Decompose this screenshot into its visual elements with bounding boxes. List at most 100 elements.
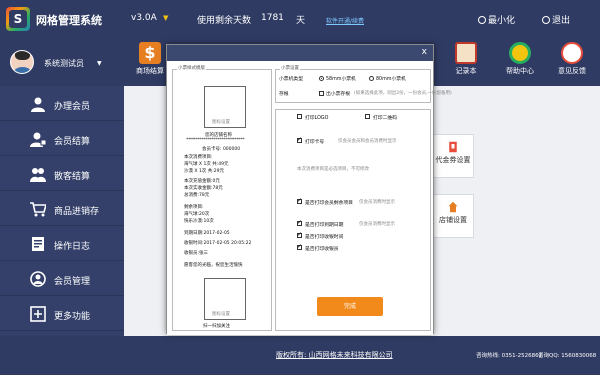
power-icon xyxy=(542,16,550,24)
sidebar-item-label: 散客结算 xyxy=(54,172,91,182)
ribbon-help[interactable]: 帮助中心 xyxy=(494,42,546,84)
stub-option-label: 出小票存根 xyxy=(326,92,350,97)
group-icon xyxy=(30,168,46,182)
chevron-down-icon[interactable]: ▼ xyxy=(97,60,102,67)
receipt-line: 收银员:张三 xyxy=(184,251,209,256)
radio-80mm-label: 80mm小票机 xyxy=(376,77,406,82)
receipt-divider: ****************************** xyxy=(186,138,245,143)
print-card-label: 打印卡号 xyxy=(305,140,325,145)
minimize-icon xyxy=(478,16,486,24)
receipt-logo-placeholder[interactable]: 图标设置 xyxy=(204,86,246,128)
printer-type-label: 小票机类型 xyxy=(279,77,303,82)
print-time-checkbox[interactable] xyxy=(297,231,302,238)
footer: 版权所有: 山西网格未来科技有限公司 咨询热线: 0351-2526861 咨询… xyxy=(0,336,600,375)
receipt-line: 剩余项目: xyxy=(184,205,204,210)
print-remaining-hint: 仅会员消费时显示 xyxy=(359,200,395,205)
sidebar-item-label: 办理会员 xyxy=(54,102,91,112)
minimize-label: 最小化 xyxy=(488,16,516,26)
sidebar: 办理会员 会员结算 散客结算 商品进销存 操作日志 会员管理 更多功能 xyxy=(0,86,124,336)
sidebar-item-member-checkout[interactable]: 会员结算 xyxy=(0,122,124,156)
sidebar-item-operation-log[interactable]: 操作日志 xyxy=(0,227,124,261)
sidebar-item-label: 更多功能 xyxy=(54,312,91,322)
done-button[interactable]: 完成 xyxy=(317,297,383,316)
receipt-preview: 小票样式模版 图标设置 您的店铺名称 *********************… xyxy=(172,65,272,331)
user-panel[interactable]: 系统测试员 ▼ xyxy=(0,38,124,86)
ribbon-label: 商场结算 xyxy=(136,67,164,75)
qr-caption: 扫一扫加关注 xyxy=(203,324,230,329)
coupon-icon xyxy=(449,141,457,153)
minimize-button[interactable]: 最小化 xyxy=(478,13,515,26)
sidebar-item-guest-checkout[interactable]: 散客结算 xyxy=(0,157,124,191)
remaining-days-unit: 天 xyxy=(296,16,306,26)
ribbon-notebook[interactable]: 记录本 xyxy=(440,42,492,84)
print-logo-checkbox[interactable] xyxy=(297,114,302,119)
stub-label: 存根 xyxy=(279,92,289,97)
print-card-checkbox[interactable] xyxy=(297,136,302,143)
app-title: 网格管理系统 xyxy=(36,14,102,27)
print-expire-checkbox[interactable] xyxy=(297,219,302,226)
sidebar-item-label: 商品进销存 xyxy=(54,207,100,217)
remaining-days-value: 1781 xyxy=(261,13,284,23)
app-logo-icon: S xyxy=(6,7,30,31)
version-label[interactable]: v3.0A xyxy=(131,13,157,23)
user-icon xyxy=(31,97,45,112)
radio-58mm-label: 58mm小票机 xyxy=(326,77,356,82)
version-dropdown-icon[interactable]: ▼ xyxy=(163,14,168,22)
ribbon-label: 记录本 xyxy=(455,67,477,75)
dialog-header: x xyxy=(167,45,433,61)
print-remaining-label: 是否打印会员剩余项目 xyxy=(305,201,353,206)
help-icon xyxy=(509,42,531,64)
print-qr-checkbox[interactable] xyxy=(365,114,370,119)
receipt-line: 本次消费项目: xyxy=(184,155,213,160)
receipt-line: 快乐沙漠:10次 xyxy=(184,219,214,224)
stub-hint: (如果选择此项，则出2份，一份会员,一份留备用) xyxy=(354,91,452,96)
static-note: 本次消费项目是必选项目，不可修改 xyxy=(297,167,369,172)
exit-label: 退出 xyxy=(552,16,571,26)
receipt-legend: 小票样式模版 xyxy=(177,65,206,71)
receipt-line: 海气球 X 1次 共:49元 xyxy=(184,162,229,167)
sidebar-item-label: 操作日志 xyxy=(54,242,91,252)
qr-placeholder-label: 图标设置 xyxy=(212,312,230,317)
ribbon-feedback[interactable]: 意见反馈 xyxy=(546,42,598,84)
logo-placeholder-label: 图标设置 xyxy=(212,120,230,125)
sidebar-item-label: 会员管理 xyxy=(54,277,91,287)
receipt-line: 收银时间:2017-02-05 20:05:22 xyxy=(184,241,252,246)
sidebar-item-add-member[interactable]: 办理会员 xyxy=(0,87,124,121)
receipt-line: 本次充值金额:0元 xyxy=(184,179,220,184)
print-qr-label: 打印二维码 xyxy=(373,116,397,121)
print-remaining-checkbox[interactable] xyxy=(297,197,302,204)
print-expire-label: 是否打印到期日期 xyxy=(305,223,344,228)
stub-checkbox[interactable] xyxy=(319,91,324,96)
receipt-settings-dialog: x 小票样式模版 图标设置 您的店铺名称 *******************… xyxy=(166,44,452,335)
radio-58mm[interactable] xyxy=(319,76,324,81)
receipt-qr-placeholder[interactable]: 图标设置 xyxy=(204,278,246,320)
notebook-icon xyxy=(455,42,477,64)
shop-icon xyxy=(448,201,458,213)
print-cashier-checkbox[interactable] xyxy=(297,243,302,250)
renew-link[interactable]: 软件开通/续费 xyxy=(326,16,364,25)
print-card-hint: 仅会员会员和会员消费时显示 xyxy=(338,139,397,144)
receipt-line: 沙漠 X 1次 共:29元 xyxy=(184,169,224,174)
member-checkout-icon xyxy=(30,132,46,147)
cart-icon xyxy=(30,202,46,217)
member-manage-icon xyxy=(30,271,46,287)
copyright-link[interactable]: 版权所有: 山西网格未来科技有限公司 xyxy=(276,350,393,360)
sidebar-item-member-manage[interactable]: 会员管理 xyxy=(0,262,124,296)
tile-coupon-settings[interactable]: 代金券设置 xyxy=(432,134,474,178)
sidebar-item-more[interactable]: 更多功能 xyxy=(0,297,124,331)
plus-icon xyxy=(30,306,46,322)
sidebar-item-inventory[interactable]: 商品进销存 xyxy=(0,192,124,226)
dialog-body: 小票样式模版 图标设置 您的店铺名称 *********************… xyxy=(167,61,452,335)
print-expire-hint: 仅会员消费时显示 xyxy=(359,222,395,227)
sidebar-item-label: 会员结算 xyxy=(54,137,91,147)
tile-shop-settings[interactable]: 店铺设置 xyxy=(432,194,474,238)
ribbon-label: 意见反馈 xyxy=(558,67,586,75)
print-logo-label: 打印LOGO xyxy=(305,116,329,121)
close-button[interactable]: x xyxy=(422,47,427,57)
receipt-line: 到期日期:2017-02-05 xyxy=(184,231,230,236)
radio-80mm[interactable] xyxy=(369,76,374,81)
exit-button[interactable]: 退出 xyxy=(542,13,570,26)
receipt-line: 本次实收金额:78元 xyxy=(184,186,223,191)
receipt-line: 总消费:78元 xyxy=(184,193,210,198)
settings-legend: 小票设置 xyxy=(280,65,300,71)
